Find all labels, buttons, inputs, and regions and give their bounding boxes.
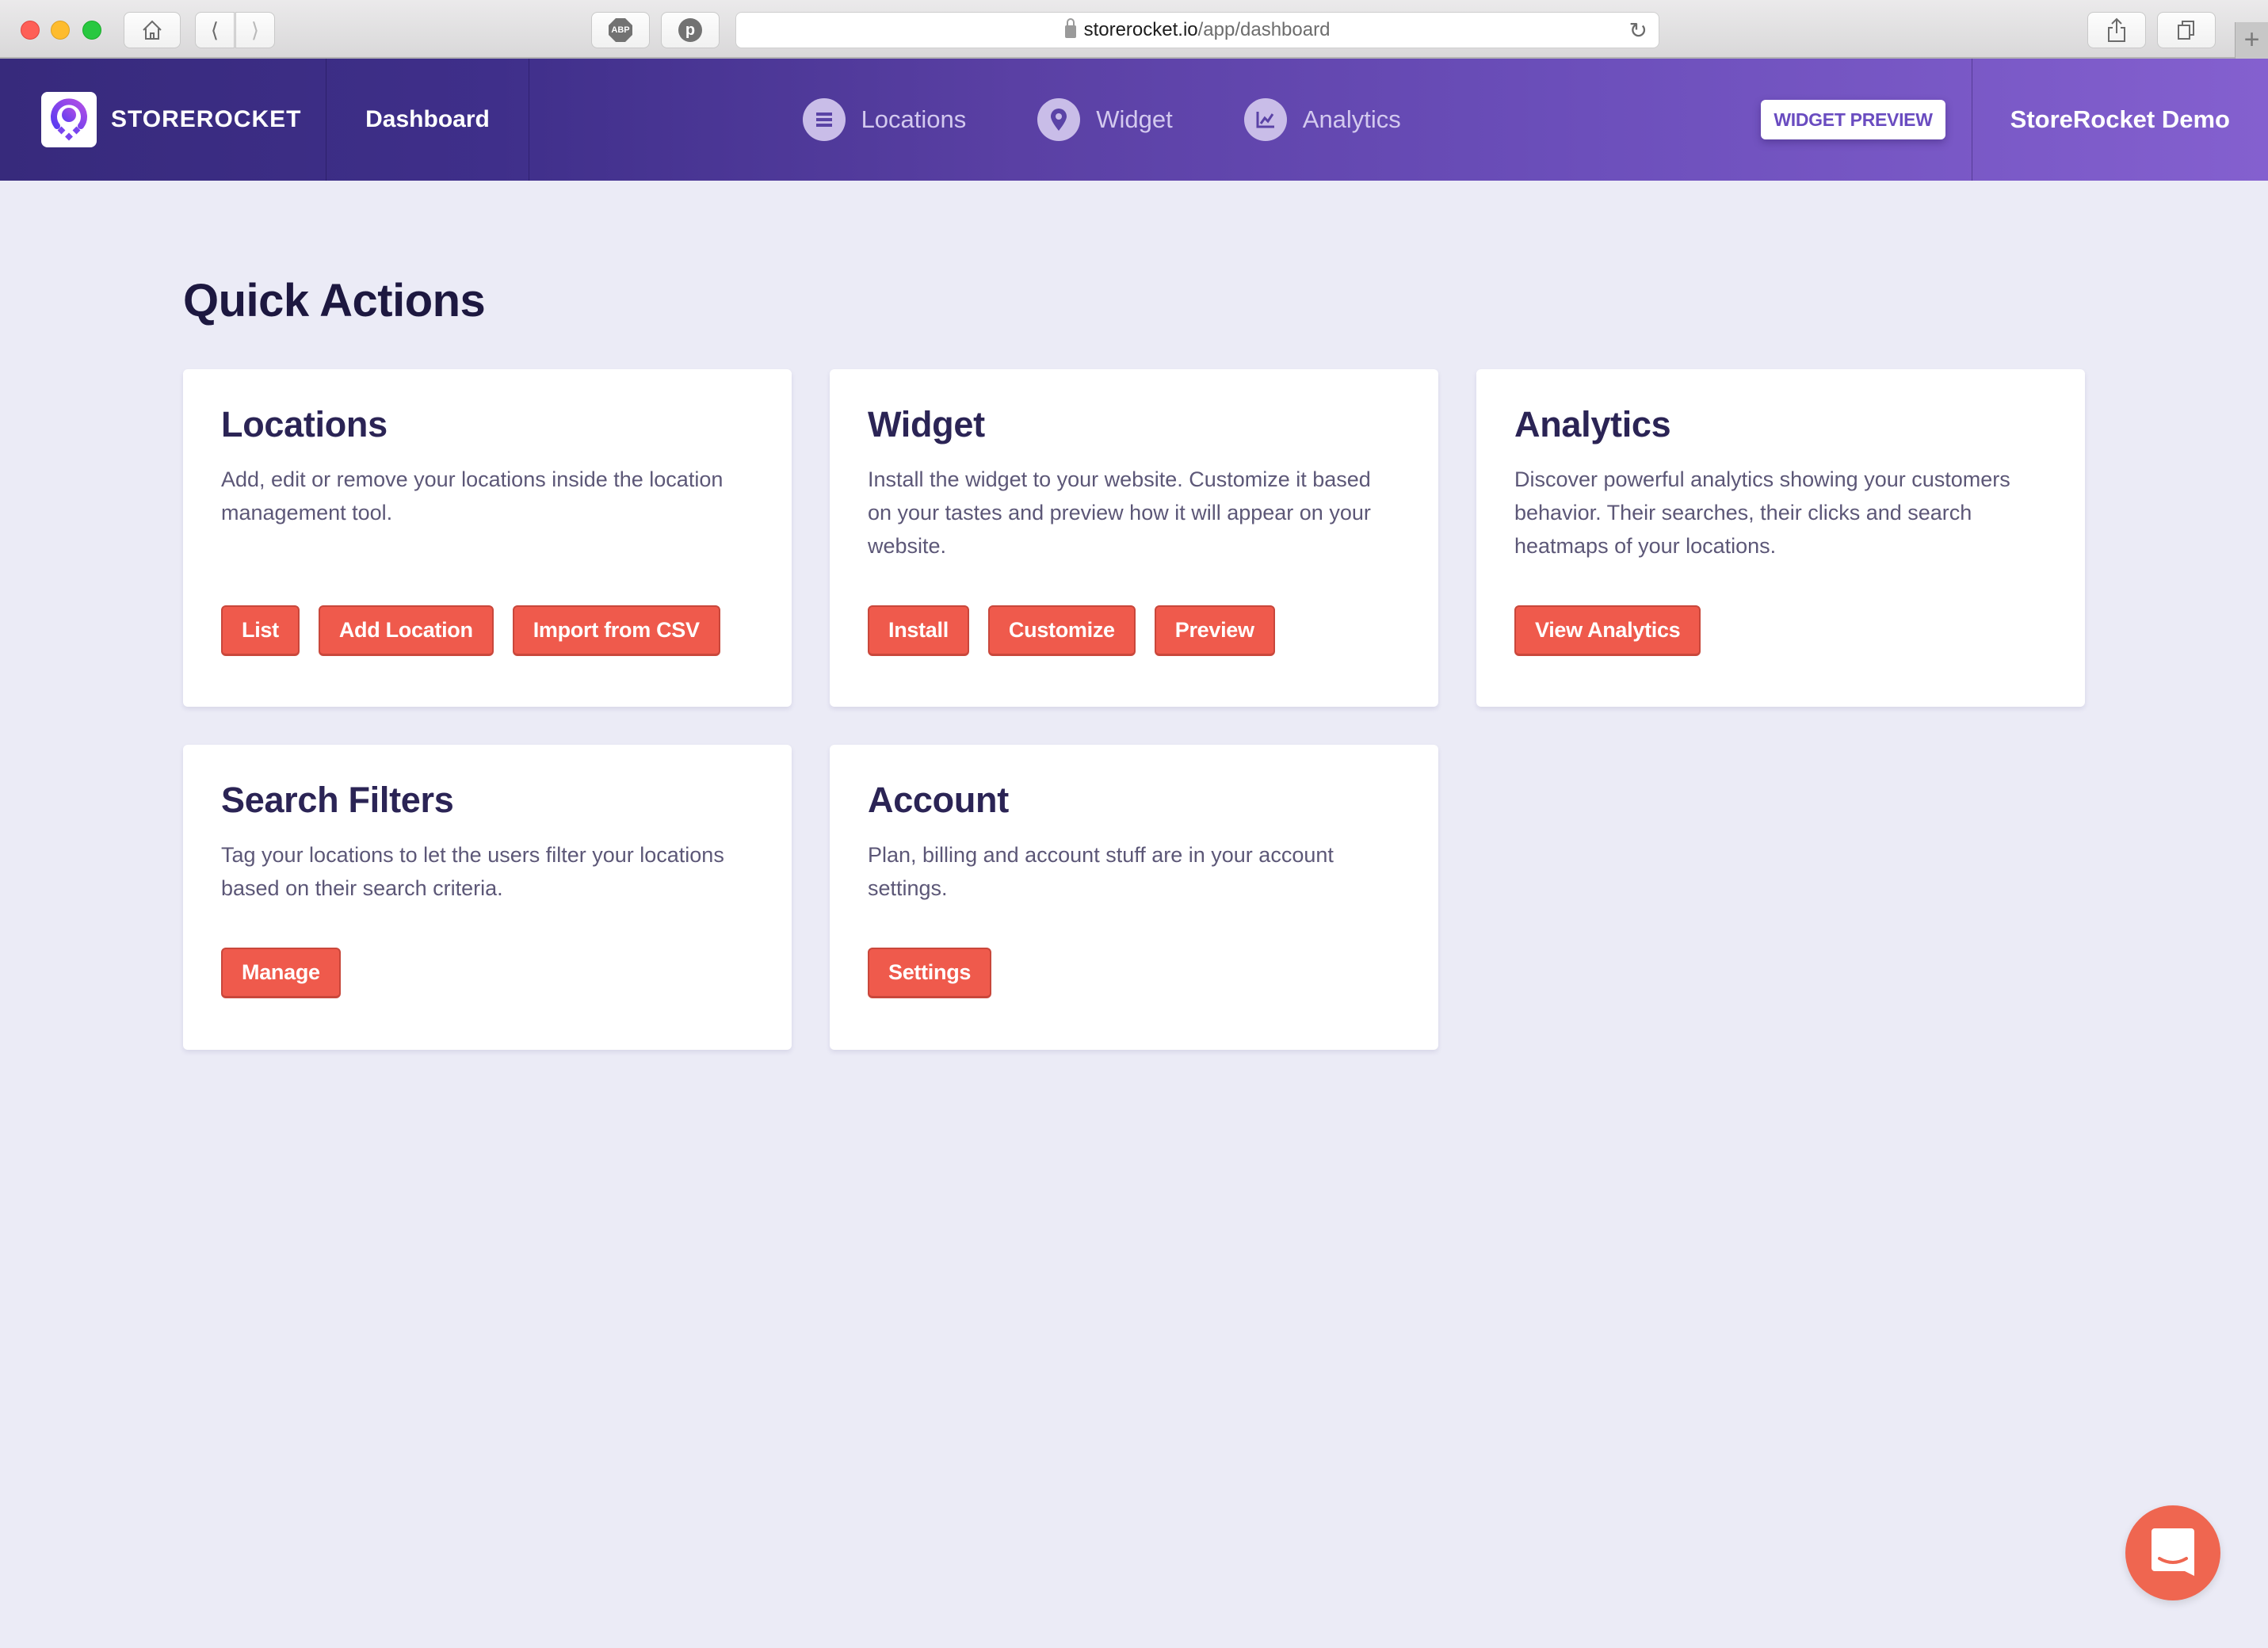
page-title: Quick Actions: [183, 275, 486, 326]
forward-button[interactable]: ⟩: [235, 12, 275, 48]
home-button[interactable]: [124, 12, 181, 48]
card-description: Install the widget to your website. Cust…: [868, 467, 1371, 558]
new-tab-button[interactable]: +: [2235, 22, 2268, 59]
analytics-card: Analytics Discover powerful analytics sh…: [1476, 369, 2085, 707]
account-settings-button[interactable]: Settings: [868, 948, 992, 998]
card-title: Analytics: [1514, 404, 1671, 444]
reload-icon[interactable]: ↻: [1629, 17, 1648, 44]
share-icon: [2108, 17, 2125, 42]
card-actions: Manage: [221, 948, 341, 998]
install-widget-button[interactable]: Install: [868, 605, 969, 656]
widget-card: Widget Install the widget to your websit…: [830, 369, 1438, 707]
add-location-button[interactable]: Add Location: [318, 605, 494, 656]
nav-widget[interactable]: Widget: [1037, 98, 1173, 141]
preview-widget-button[interactable]: Preview: [1154, 605, 1275, 656]
pinterest-icon: p: [678, 18, 702, 42]
lock-icon: [1064, 18, 1076, 38]
card-title: Locations: [221, 404, 388, 444]
zoom-window-button[interactable]: [82, 21, 101, 40]
url-domain: storerocket.io: [1083, 19, 1198, 40]
url-path: /app/dashboard: [1197, 19, 1331, 40]
import-csv-button[interactable]: Import from CSV: [512, 605, 720, 656]
card-description: Tag your locations to let the users filt…: [221, 843, 724, 900]
nav-dashboard[interactable]: Dashboard: [326, 59, 529, 181]
manage-filters-button[interactable]: Manage: [221, 948, 341, 998]
chat-icon: [2152, 1528, 2194, 1576]
locations-card: Locations Add, edit or remove your locat…: [183, 369, 792, 707]
list-locations-button[interactable]: List: [221, 605, 300, 656]
address-bar[interactable]: storerocket.io/app/dashboard ↻: [735, 12, 1659, 48]
view-analytics-button[interactable]: View Analytics: [1514, 605, 1701, 656]
adblock-extension-button[interactable]: ABP: [591, 12, 650, 48]
card-actions: View Analytics: [1514, 605, 1701, 656]
map-pin-icon: [1037, 98, 1081, 141]
card-actions: Install Customize Preview: [868, 605, 1275, 656]
card-description: Discover powerful analytics showing your…: [1514, 467, 2010, 558]
card-actions: Settings: [868, 948, 992, 998]
chart-icon: [1243, 98, 1287, 141]
new-tab-icon: +: [2243, 25, 2260, 55]
card-title: Account: [868, 780, 1009, 820]
search-filters-card: Search Filters Tag your locations to let…: [183, 745, 792, 1050]
main-nav: Locations Widget Analytics: [529, 59, 1761, 181]
nav-locations[interactable]: Locations: [802, 98, 967, 141]
storerocket-logo-icon: [41, 92, 97, 147]
app-navbar: STOREROCKET Dashboard Locations Widget A…: [0, 59, 2268, 181]
widget-preview-button[interactable]: WIDGET PREVIEW: [1761, 100, 1945, 139]
card-description: Add, edit or remove your locations insid…: [221, 467, 724, 525]
tabs-icon: [2178, 21, 2194, 40]
pinterest-extension-button[interactable]: p: [661, 12, 720, 48]
adblock-icon: ABP: [609, 18, 632, 42]
home-icon: [143, 20, 162, 40]
account-menu[interactable]: StoreRocket Demo: [1971, 59, 2268, 181]
list-icon: [802, 98, 846, 141]
back-button[interactable]: ⟨: [195, 12, 235, 48]
close-window-button[interactable]: [21, 21, 40, 40]
navbar-right: WIDGET PREVIEW StoreRocket Demo: [1761, 59, 2268, 181]
tabs-overview-button[interactable]: [2157, 12, 2216, 48]
nav-locations-label: Locations: [861, 105, 967, 133]
chat-launcher-button[interactable]: [2125, 1505, 2220, 1600]
account-card: Account Plan, billing and account stuff …: [830, 745, 1438, 1050]
card-actions: List Add Location Import from CSV: [221, 605, 720, 656]
nav-analytics[interactable]: Analytics: [1243, 98, 1401, 141]
brand-logo-link[interactable]: STOREROCKET: [0, 59, 326, 181]
card-title: Widget: [868, 404, 985, 444]
minimize-window-button[interactable]: [51, 21, 70, 40]
forward-icon: ⟩: [250, 17, 260, 42]
browser-toolbar: ⟨ ⟩ ABP p storerocket.io/app/dashboard ↻…: [0, 0, 2268, 59]
nav-analytics-label: Analytics: [1302, 105, 1401, 133]
back-icon: ⟨: [210, 17, 220, 42]
card-title: Search Filters: [221, 780, 454, 820]
customize-widget-button[interactable]: Customize: [987, 605, 1136, 656]
brand-name: STOREROCKET: [111, 106, 302, 132]
nav-widget-label: Widget: [1096, 105, 1173, 133]
share-button[interactable]: [2087, 12, 2146, 48]
card-description: Plan, billing and account stuff are in y…: [868, 843, 1334, 900]
